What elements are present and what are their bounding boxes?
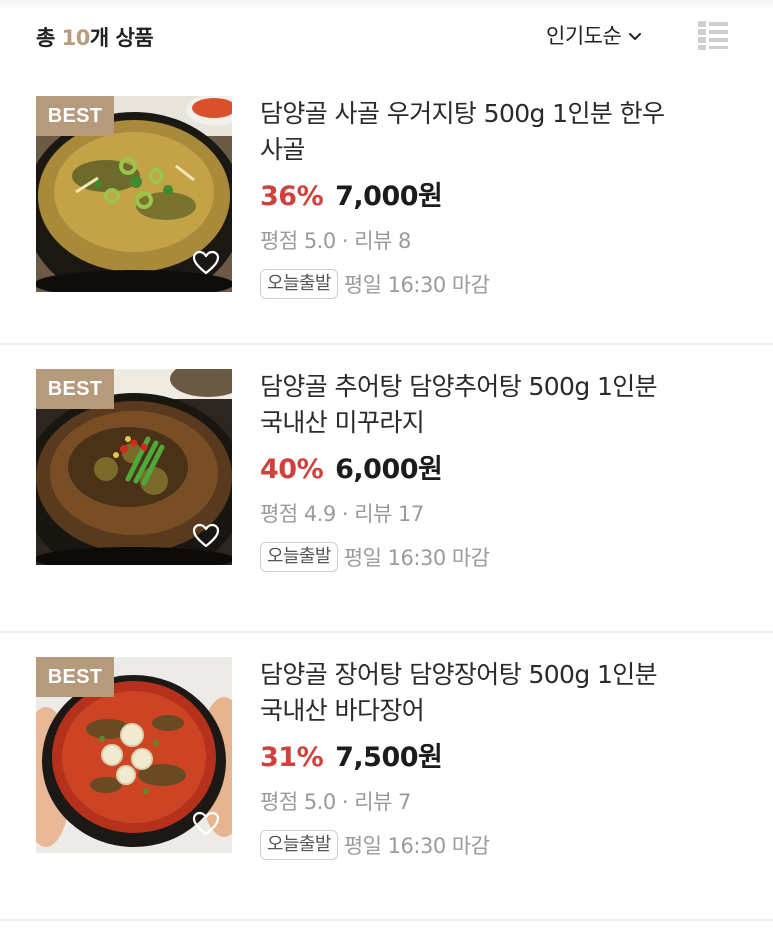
- rating-review: 평점 5.0 · 리뷰 7: [260, 790, 411, 814]
- product-item[interactable]: BEST 담양골 추어탕 담양추어탕 500g 1인분 국내산 미꾸라지 40%…: [0, 345, 773, 633]
- shipping-cutoff: 평일 16:30 마감: [343, 546, 490, 570]
- shipping-row: 오늘출발 평일 16:30 마감: [260, 269, 680, 299]
- chevron-down-icon: [629, 33, 642, 40]
- price-row: 40% 6,000원: [260, 447, 680, 486]
- sort-dropdown[interactable]: 인기도순: [546, 20, 643, 50]
- product-title[interactable]: 담양골 장어탕 담양장어탕 500g 1인분 국내산 바다장어: [260, 657, 680, 729]
- sort-label: 인기도순: [546, 24, 622, 48]
- product-list: BEST 담양골 사골 우거지탕 500g 1인분 한우 사골 36% 7,00…: [0, 72, 773, 921]
- shipping-cutoff: 평일 16:30 마감: [343, 834, 490, 858]
- shipping-row: 오늘출발 평일 16:30 마감: [260, 542, 680, 572]
- best-badge: BEST: [36, 657, 114, 697]
- heart-icon[interactable]: [192, 811, 220, 837]
- sale-price: 7,500원: [335, 742, 443, 773]
- product-title[interactable]: 담양골 사골 우거지탕 500g 1인분 한우 사골: [260, 96, 680, 168]
- product-info: 담양골 사골 우거지탕 500g 1인분 한우 사골 36% 7,000원 평점…: [260, 96, 680, 299]
- count-number: 10: [61, 26, 91, 50]
- heart-icon[interactable]: [192, 250, 220, 276]
- discount-rate: 36%: [260, 181, 324, 212]
- sale-price: 7,000원: [335, 181, 443, 212]
- discount-rate: 40%: [260, 454, 324, 485]
- best-badge: BEST: [36, 96, 114, 136]
- product-item[interactable]: BEST 담양골 사골 우거지탕 500g 1인분 한우 사골 36% 7,00…: [0, 72, 773, 345]
- list-header: 총 10개 상품 인기도순: [0, 0, 773, 72]
- heart-icon[interactable]: [192, 523, 220, 549]
- product-item[interactable]: BEST 담양골 장어탕 담양장어탕 500g 1인분 국내산 바다장어 31%…: [0, 633, 773, 921]
- product-count: 총 10개 상품: [36, 22, 154, 52]
- rating-review: 평점 5.0 · 리뷰 8: [260, 229, 411, 253]
- price-row: 31% 7,500원: [260, 735, 680, 774]
- count-suffix: 개 상품: [89, 26, 154, 50]
- shipping-badge: 오늘출발: [260, 830, 338, 860]
- product-title[interactable]: 담양골 추어탕 담양추어탕 500g 1인분 국내산 미꾸라지: [260, 369, 680, 441]
- price-row: 36% 7,000원: [260, 174, 680, 213]
- shipping-row: 오늘출발 평일 16:30 마감: [260, 830, 680, 860]
- shipping-badge: 오늘출발: [260, 269, 338, 299]
- count-prefix: 총: [36, 26, 62, 50]
- product-image[interactable]: BEST: [36, 96, 232, 292]
- rating-review: 평점 4.9 · 리뷰 17: [260, 502, 424, 526]
- product-image[interactable]: BEST: [36, 657, 232, 853]
- product-list-page: 총 10개 상품 인기도순 BEST 담양골 사골 우거지탕 500g 1인분 …: [0, 0, 773, 928]
- discount-rate: 31%: [260, 742, 324, 773]
- product-info: 담양골 장어탕 담양장어탕 500g 1인분 국내산 바다장어 31% 7,50…: [260, 657, 680, 860]
- shipping-cutoff: 평일 16:30 마감: [343, 273, 490, 297]
- list-view-icon[interactable]: [696, 18, 730, 52]
- sale-price: 6,000원: [335, 454, 443, 485]
- product-image[interactable]: BEST: [36, 369, 232, 565]
- product-info: 담양골 추어탕 담양추어탕 500g 1인분 국내산 미꾸라지 40% 6,00…: [260, 369, 680, 572]
- best-badge: BEST: [36, 369, 114, 409]
- shipping-badge: 오늘출발: [260, 542, 338, 572]
